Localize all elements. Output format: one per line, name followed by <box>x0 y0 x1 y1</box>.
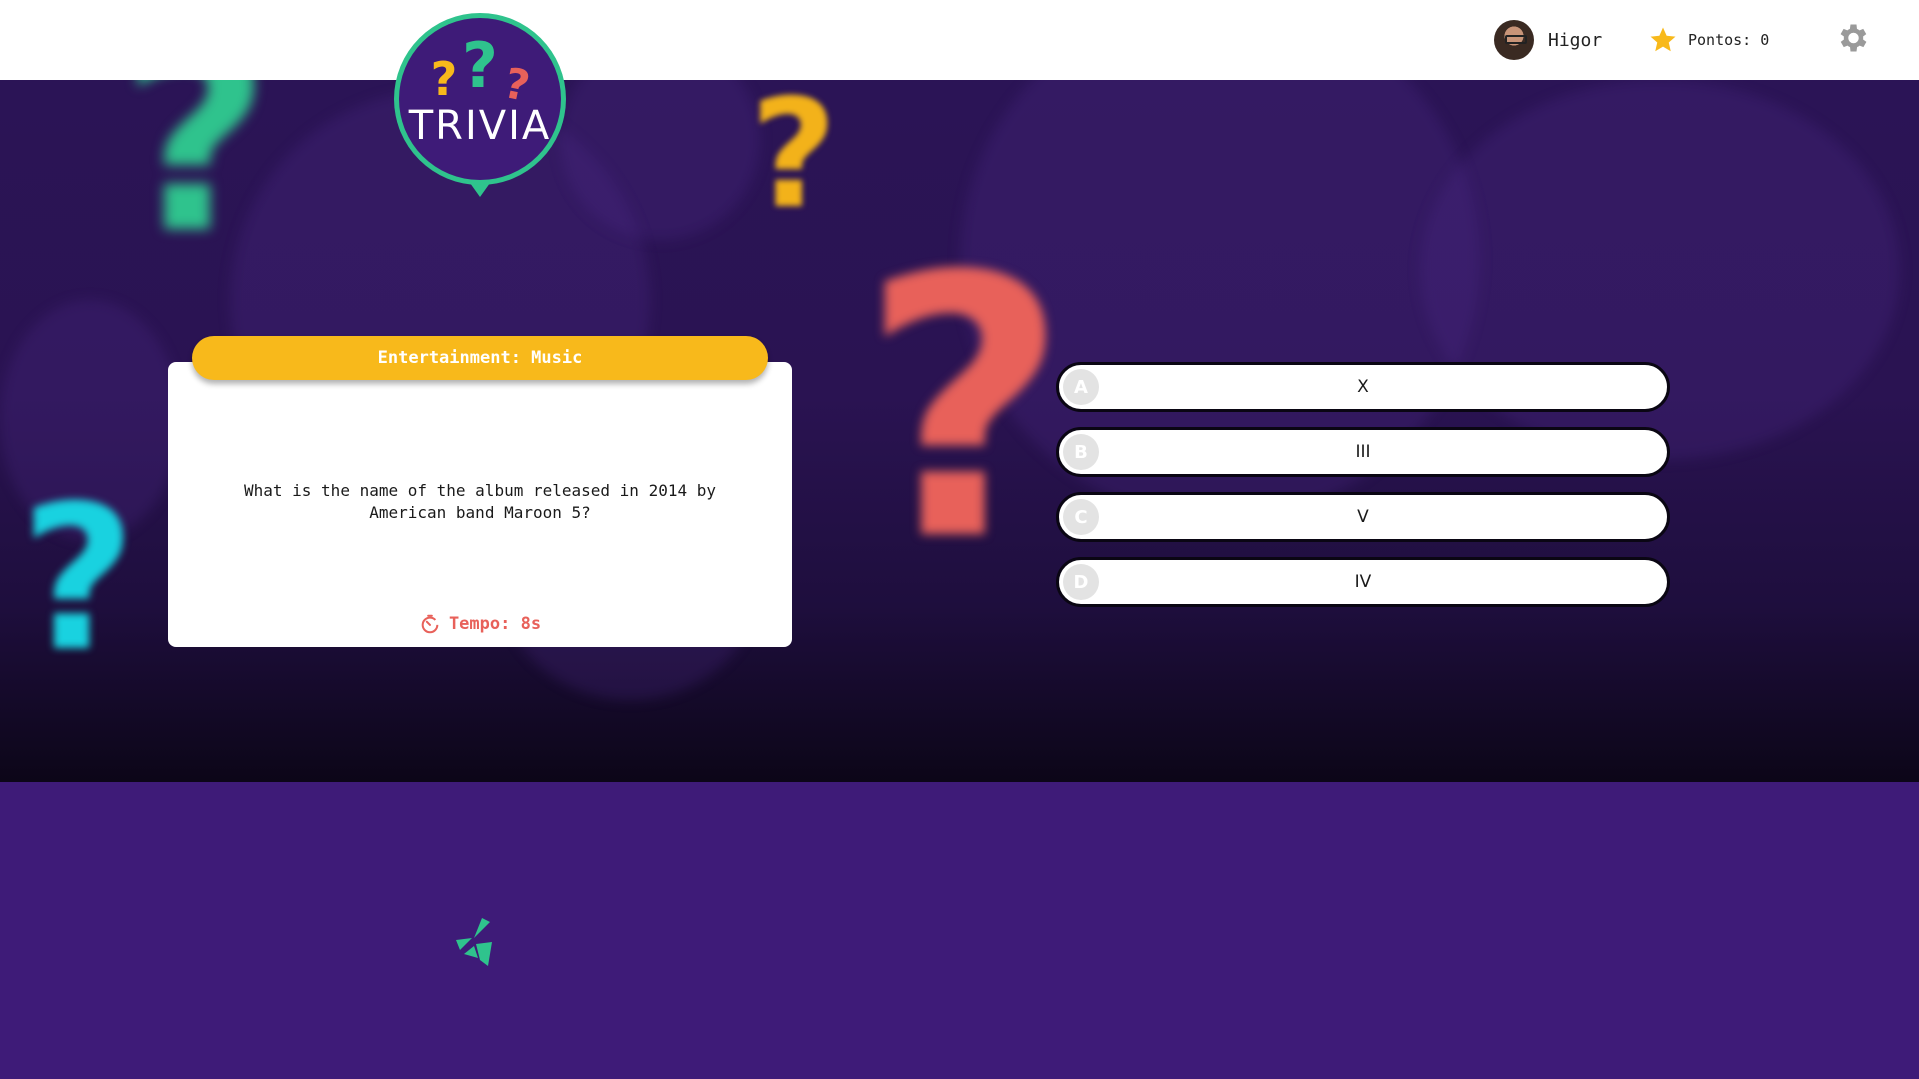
timer-icon <box>421 614 439 634</box>
answer-option-a[interactable]: A X <box>1056 362 1670 412</box>
timer: Tempo: 8s <box>168 613 792 635</box>
answer-text: V <box>1357 507 1369 527</box>
trivia-logo: ? ? ? TRIVIA <box>394 13 566 197</box>
answer-letter: B <box>1063 434 1099 470</box>
svg-text:?: ? <box>462 29 498 102</box>
top-header: Higor Pontos: 0 <box>0 0 1919 80</box>
category-badge: Entertainment: Music <box>192 336 768 380</box>
answer-text: III <box>1355 442 1371 462</box>
decor-question-mark-icon: ? <box>860 200 1069 619</box>
points-display: Pontos: 0 <box>1648 22 1769 58</box>
answer-option-b[interactable]: B III <box>1056 427 1670 477</box>
gear-icon[interactable] <box>1834 20 1870 56</box>
decor-question-mark-icon: ? <box>120 80 271 291</box>
answer-list: A X B III C V D IV <box>1056 362 1670 622</box>
timer-label: Tempo: 8s <box>448 614 542 634</box>
answer-text: X <box>1357 377 1369 397</box>
logo-text: TRIVIA <box>408 103 552 149</box>
answer-text: IV <box>1354 572 1372 592</box>
decor-question-mark-icon: ? <box>20 463 137 696</box>
svg-text:?: ? <box>431 52 458 106</box>
question-text: What is the name of the album released i… <box>243 481 716 522</box>
user-profile[interactable]: Higor <box>1494 20 1602 60</box>
decor-question-mark-icon: ? <box>750 80 838 242</box>
answer-letter: A <box>1063 369 1099 405</box>
user-avatar[interactable] <box>1494 20 1534 60</box>
brand-footer-icon <box>456 918 492 966</box>
answer-letter: C <box>1063 499 1099 535</box>
answer-letter: D <box>1063 564 1099 600</box>
answer-option-d[interactable]: D IV <box>1056 557 1670 607</box>
user-name: Higor <box>1548 29 1603 51</box>
points-label: Pontos: 0 <box>1688 31 1770 49</box>
star-icon <box>1650 27 1676 52</box>
answer-option-c[interactable]: C V <box>1056 492 1670 542</box>
